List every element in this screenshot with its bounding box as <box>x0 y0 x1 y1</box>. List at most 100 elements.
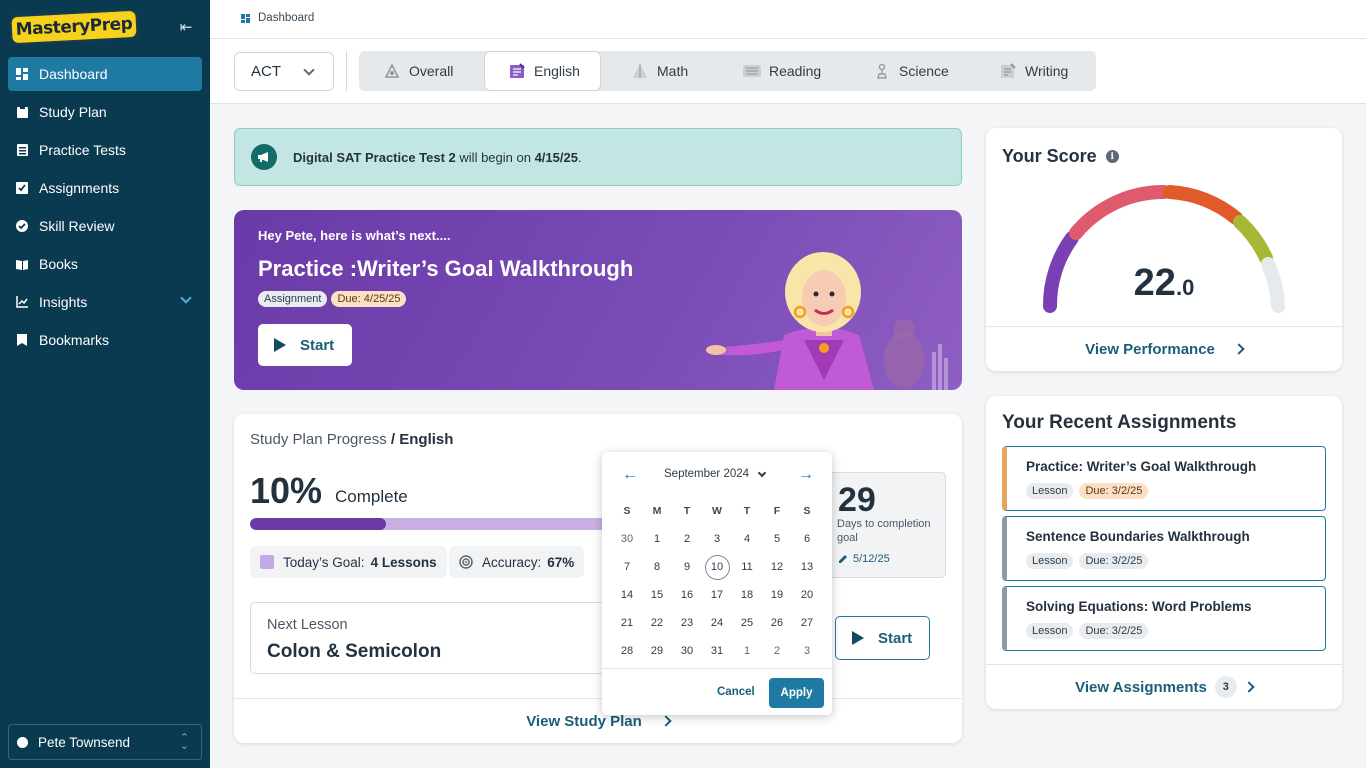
weekday-header: T <box>743 505 751 517</box>
view-assignments-link[interactable]: View Assignments 3 <box>986 664 1342 709</box>
calendar-day[interactable]: 29 <box>642 637 672 665</box>
calendar-day[interactable]: 10 <box>702 553 732 581</box>
next-lesson-start-button[interactable]: Start <box>835 616 930 660</box>
checkmark-square-icon <box>16 182 28 194</box>
bookmark-icon <box>16 334 28 346</box>
progress-bar-fill <box>250 518 386 530</box>
study-plan-separator: / <box>386 431 400 448</box>
chevron-down-icon <box>757 468 767 477</box>
score-title: Your Score <box>1002 146 1097 166</box>
list-icon <box>16 144 28 156</box>
weekday-header: M <box>652 505 662 517</box>
percent-complete-label: Complete <box>335 487 408 506</box>
edit-goal-date[interactable]: 5/12/25 <box>838 553 890 565</box>
calendar-day[interactable]: 15 <box>642 581 672 609</box>
previous-month-arrow-icon[interactable]: ← <box>622 466 638 484</box>
clipboard-icon <box>16 106 28 118</box>
calendar-day[interactable]: 13 <box>792 553 822 581</box>
sidebar-item-bookmarks[interactable]: Bookmarks <box>8 323 202 357</box>
calendar-day[interactable]: 27 <box>792 609 822 637</box>
calendar-day[interactable]: 30 <box>612 525 642 553</box>
calendar-day[interactable]: 6 <box>792 525 822 553</box>
calendar-day[interactable]: 9 <box>672 553 702 581</box>
sidebar-item-insights[interactable]: Insights <box>8 285 202 319</box>
calendar-day[interactable]: 24 <box>702 609 732 637</box>
chevron-down-icon[interactable] <box>180 292 192 304</box>
collapse-sidebar-icon[interactable]: ⇤ <box>178 20 194 36</box>
calendar-day[interactable]: 3 <box>792 637 822 665</box>
calendar-day[interactable]: 2 <box>762 637 792 665</box>
dashboard-icon <box>16 68 28 80</box>
tab-science[interactable]: Science <box>873 51 949 91</box>
calendar-day[interactable]: 31 <box>702 637 732 665</box>
top-bar: Dashboard <box>210 0 1366 39</box>
calendar-day[interactable]: 16 <box>672 581 702 609</box>
calendar-day[interactable]: 19 <box>762 581 792 609</box>
view-performance-link[interactable]: View Performance <box>986 326 1342 371</box>
exam-select-value: ACT <box>251 63 281 80</box>
assignment-item[interactable]: Solving Equations: Word Problems Lesson D… <box>1002 586 1326 651</box>
view-assignments-label: View Assignments <box>1075 678 1207 696</box>
tab-reading[interactable]: Reading <box>743 51 821 91</box>
calendar-day[interactable]: 20 <box>792 581 822 609</box>
announcement-banner: Digital SAT Practice Test 2 will begin o… <box>234 128 962 186</box>
calendar-day[interactable]: 5 <box>762 525 792 553</box>
info-icon[interactable]: i <box>1105 150 1119 163</box>
weekday-header: T <box>683 505 691 517</box>
calendar-day[interactable]: 1 <box>642 525 672 553</box>
calendar-day[interactable]: 4 <box>732 525 762 553</box>
sidebar-item-books[interactable]: Books <box>8 247 202 281</box>
hero-start-button[interactable]: Start <box>258 324 352 366</box>
exam-select[interactable]: ACT <box>234 52 334 91</box>
cancel-button[interactable]: Cancel <box>717 686 755 698</box>
math-icon <box>631 62 649 80</box>
sidebar-item-practice-tests[interactable]: Practice Tests <box>8 133 202 167</box>
tab-writing[interactable]: Writing <box>999 51 1068 91</box>
calendar-day[interactable]: 22 <box>642 609 672 637</box>
date-picker-popup: ← September 2024 → S M T W T F S 30 1 2 3 4 5 6 7 8 9 10 1… <box>602 452 832 715</box>
sidebar-item-label: Insights <box>39 294 88 310</box>
calendar-day[interactable]: 11 <box>732 553 762 581</box>
calendar-day[interactable]: 18 <box>732 581 762 609</box>
sidebar-item-study-plan[interactable]: Study Plan <box>8 95 202 129</box>
calendar-day[interactable]: 30 <box>672 637 702 665</box>
breadcrumb-label[interactable]: Dashboard <box>258 12 314 24</box>
calendar-day[interactable]: 26 <box>762 609 792 637</box>
english-icon <box>508 62 526 80</box>
tab-english[interactable]: English <box>484 51 601 91</box>
sidebar-item-skill-review[interactable]: Skill Review <box>8 209 202 243</box>
announcement-end: . <box>577 149 582 165</box>
month-year-select[interactable]: September 2024 <box>664 468 767 480</box>
expand-user-menu-icon[interactable]: ⌃ ⌄ <box>180 733 189 752</box>
view-study-plan-link[interactable]: View Study Plan <box>234 698 962 743</box>
weekday-header: S <box>803 505 811 517</box>
calendar-day[interactable]: 1 <box>732 637 762 665</box>
sidebar-item-dashboard[interactable]: Dashboard <box>8 57 202 91</box>
sidebar-item-label: Study Plan <box>39 104 107 120</box>
calendar-day[interactable]: 2 <box>672 525 702 553</box>
user-menu[interactable]: Pete Townsend ⌃ ⌄ <box>8 724 202 760</box>
due-badge: Due: 3/2/25 <box>1079 553 1149 569</box>
calendar-day[interactable]: 8 <box>642 553 672 581</box>
calendar-day[interactable]: 25 <box>732 609 762 637</box>
apply-button[interactable]: Apply <box>769 678 824 708</box>
next-month-arrow-icon[interactable]: → <box>798 466 814 484</box>
calendar-day[interactable]: 23 <box>672 609 702 637</box>
calendar-day[interactable]: 14 <box>612 581 642 609</box>
next-lesson-box[interactable]: Next Lesson Colon & Semicolon <box>250 602 606 674</box>
calendar-day[interactable]: 21 <box>612 609 642 637</box>
tab-overall[interactable]: Overall <box>383 51 453 91</box>
assignment-item[interactable]: Practice: Writer’s Goal Walkthrough Less… <box>1002 446 1326 511</box>
todays-goal-value: 4 Lessons <box>370 554 437 570</box>
assignment-item[interactable]: Sentence Boundaries Walkthrough Lesson Du… <box>1002 516 1326 581</box>
sidebar-item-assignments[interactable]: Assignments <box>8 171 202 205</box>
tab-math[interactable]: Math <box>631 51 688 91</box>
calendar-day[interactable]: 3 <box>702 525 732 553</box>
calendar-day[interactable]: 17 <box>702 581 732 609</box>
reading-icon <box>743 62 761 80</box>
calendar-day[interactable]: 12 <box>762 553 792 581</box>
masteryprep-logo[interactable]: MasteryPrep <box>9 8 139 46</box>
calendar-day[interactable]: 28 <box>612 637 642 665</box>
start-label: Start <box>300 336 335 354</box>
calendar-day[interactable]: 7 <box>612 553 642 581</box>
